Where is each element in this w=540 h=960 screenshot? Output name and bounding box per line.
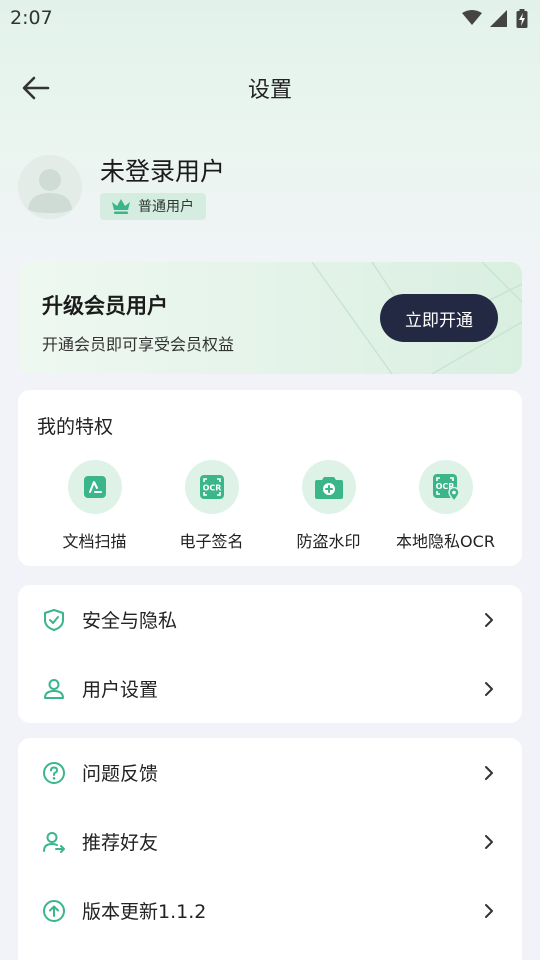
vip-subtitle: 开通会员即可享受会员权益	[42, 335, 235, 354]
chevron-right-icon	[484, 681, 498, 697]
menu-icon	[42, 677, 66, 701]
privileges-title: 我的特权	[37, 416, 114, 438]
privilege-icon-bg: OCR	[184, 460, 239, 514]
menu-item-user-settings[interactable]: 用户设置	[18, 654, 522, 723]
privileges-card: 我的特权 文档扫描 OCR 电子签名 防盗水印 OCR 本地隐私OCR	[18, 390, 522, 566]
ocr-signature-icon: OCR	[199, 475, 224, 499]
chevron-right-icon	[484, 834, 498, 850]
privilege-label: 防盗水印	[296, 532, 361, 551]
menu-label: 问题反馈	[82, 763, 159, 785]
chevron-right-icon	[484, 612, 498, 628]
signal-icon	[490, 9, 507, 27]
question-icon	[43, 761, 65, 784]
chevron-right-icon	[484, 765, 498, 781]
recommend-user-icon	[43, 831, 65, 853]
update-icon	[43, 899, 65, 922]
menu-item-recommend-friends[interactable]: 推荐好友	[18, 807, 522, 876]
user-name: 未登录用户	[100, 156, 226, 186]
camera-watermark-icon	[314, 477, 343, 499]
privilege-icon-bg	[301, 460, 356, 514]
member-level-label: 普通用户	[138, 199, 194, 215]
privilege-watermark[interactable]: 防盗水印	[270, 460, 387, 552]
wifi-icon	[462, 10, 482, 25]
user-icon	[44, 678, 64, 699]
default-avatar-icon	[28, 169, 72, 213]
avatar[interactable]	[18, 155, 82, 219]
svg-text:OCR: OCR	[202, 484, 221, 493]
document-scan-icon	[83, 476, 106, 498]
member-level-badge: 普通用户	[100, 192, 206, 220]
privilege-label: 电子签名	[179, 532, 244, 551]
battery-icon	[516, 8, 528, 28]
menu-icon	[42, 899, 66, 923]
back-button[interactable]	[18, 72, 54, 104]
privilege-icon-bg: OCR	[418, 460, 473, 514]
chevron-right-icon	[484, 903, 498, 919]
local-ocr-icon: OCR	[432, 474, 460, 502]
menu-label: 推荐好友	[82, 832, 159, 854]
activate-vip-button[interactable]: 立即开通	[380, 294, 498, 342]
privilege-label: 本地隐私OCR	[396, 532, 495, 551]
privileges-list: 文档扫描 OCR 电子签名 防盗水印 OCR 本地隐私OCR	[18, 460, 522, 552]
page-title: 设置	[247, 78, 292, 103]
status-time: 2:07	[10, 7, 53, 29]
menu-item-version-update[interactable]: 版本更新1.1.2	[18, 876, 522, 945]
shield-icon	[44, 608, 64, 631]
privilege-document-scan[interactable]: 文档扫描	[36, 460, 153, 552]
status-icons	[462, 8, 528, 28]
menu-icon	[42, 761, 66, 785]
settings-menu-group-1: 安全与隐私 用户设置	[18, 585, 522, 723]
vip-upgrade-card[interactable]: 升级会员用户 开通会员即可享受会员权益 立即开通	[18, 262, 522, 374]
nav-bar: 设置	[0, 60, 540, 116]
crown-icon	[112, 199, 130, 214]
privilege-icon-bg	[67, 460, 122, 514]
menu-label: 用户设置	[82, 679, 159, 701]
menu-item-security-privacy[interactable]: 安全与隐私	[18, 585, 522, 654]
menu-item-feedback[interactable]: 问题反馈	[18, 738, 522, 807]
privilege-local-ocr[interactable]: OCR 本地隐私OCR	[387, 460, 504, 552]
privilege-label: 文档扫描	[62, 532, 127, 551]
back-arrow-icon	[22, 76, 50, 100]
menu-icon	[42, 830, 66, 854]
status-bar: 2:07	[0, 0, 540, 36]
menu-label: 安全与隐私	[82, 610, 178, 632]
settings-menu-group-2: 问题反馈 推荐好友 版本更新1.1.2	[18, 738, 522, 960]
menu-icon	[42, 608, 66, 632]
profile-section[interactable]: 未登录用户 普通用户	[18, 152, 522, 222]
vip-title: 升级会员用户	[42, 294, 168, 318]
menu-label: 版本更新1.1.2	[82, 901, 207, 923]
privilege-e-signature[interactable]: OCR 电子签名	[153, 460, 270, 552]
